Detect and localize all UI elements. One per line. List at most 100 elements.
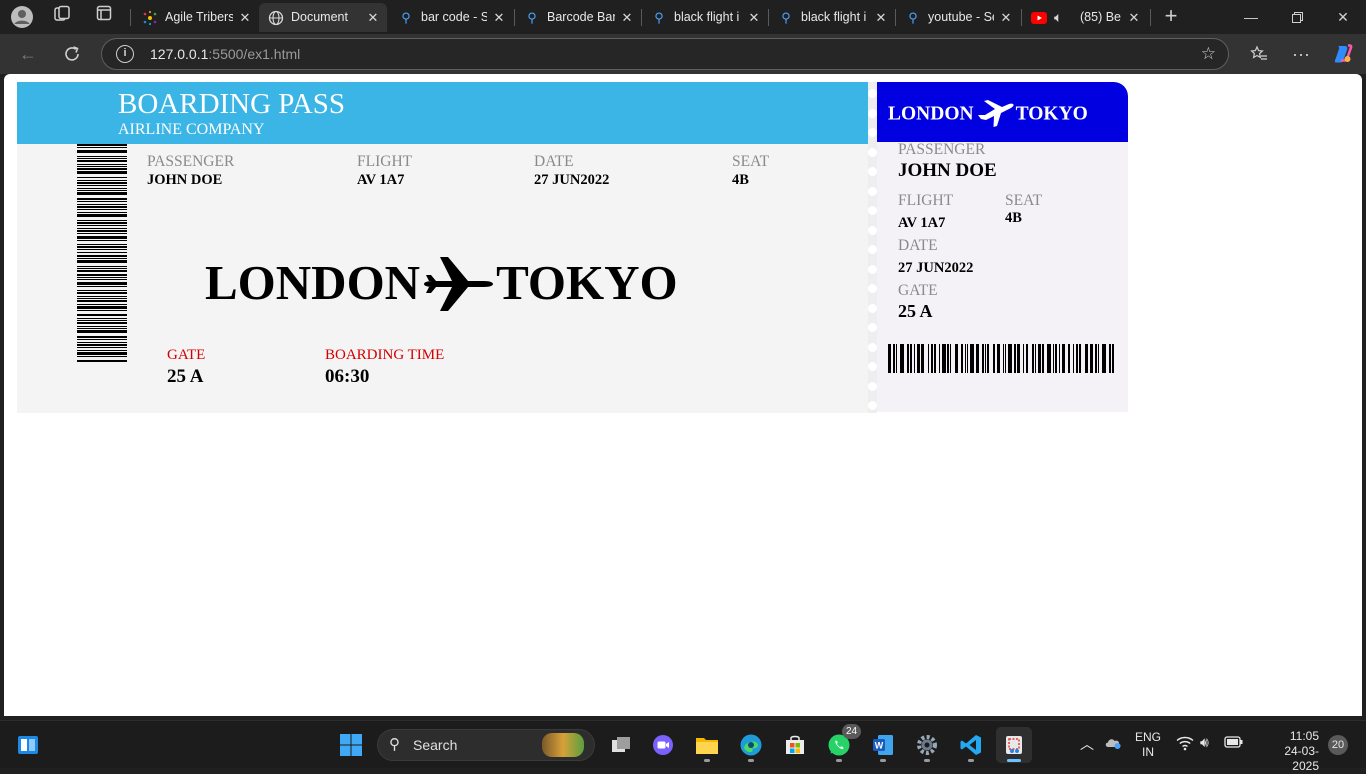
tab-black-flight-2[interactable]: ⚲ black flight i ✕ xyxy=(769,3,895,32)
close-icon[interactable]: ✕ xyxy=(1127,3,1141,32)
copilot-icon[interactable] xyxy=(1329,41,1357,67)
tab-bar-code-search[interactable]: ⚲ bar code - S ✕ xyxy=(389,3,513,32)
passenger-label: PASSENGER xyxy=(147,153,235,170)
passenger-name: JOHN DOE xyxy=(147,172,223,188)
stub-passenger-label: PASSENGER xyxy=(898,141,986,158)
volume-icon[interactable]: 🔊︎ xyxy=(1200,734,1209,751)
more-options-icon[interactable]: ··· xyxy=(1287,41,1315,67)
date-label: DATE xyxy=(534,153,574,170)
task-view-icon[interactable] xyxy=(603,727,639,763)
stub-gate-label: GATE xyxy=(898,282,938,299)
gate-label: GATE xyxy=(167,347,206,363)
site-info-icon[interactable]: i xyxy=(116,45,134,63)
url-bar[interactable]: i 127.0.0.1:5500/ex1.html ☆ xyxy=(101,38,1229,70)
tab-black-flight-1[interactable]: ⚲ black flight i ✕ xyxy=(642,3,768,32)
tab-barcode-bar[interactable]: ⚲ Barcode Bar ✕ xyxy=(515,3,641,32)
airplane-icon xyxy=(424,256,494,311)
youtube-icon xyxy=(1030,3,1048,32)
boarding-pass-stub: LONDON TOKYO PASSENGER JOHN DOE FLIGHT AV… xyxy=(877,82,1128,412)
tab-document[interactable]: Document ✕ xyxy=(259,3,387,32)
favorites-list-icon[interactable] xyxy=(1245,41,1273,67)
language-code: ENG xyxy=(1135,730,1162,744)
wifi-icon[interactable] xyxy=(1176,735,1194,754)
speaker-icon[interactable]: 🔈︎ xyxy=(1054,3,1062,32)
whatsapp-badge: 24 xyxy=(842,724,861,739)
widgets-icon[interactable] xyxy=(10,727,46,763)
snipping-tool-icon[interactable] xyxy=(996,727,1032,763)
word-icon[interactable]: W xyxy=(865,727,901,763)
back-icon[interactable]: ← xyxy=(14,41,42,67)
workspaces-icon[interactable] xyxy=(49,5,75,29)
tab-label: black flight i xyxy=(801,10,867,24)
address-toolbar: ← i 127.0.0.1:5500/ex1.html ☆ ··· xyxy=(0,34,1366,74)
battery-icon[interactable] xyxy=(1224,736,1244,751)
stub-passenger-name: JOHN DOE xyxy=(898,160,997,181)
favorite-star-icon[interactable]: ☆ xyxy=(1201,39,1216,69)
vscode-icon[interactable] xyxy=(953,727,989,763)
edge-browser-icon[interactable] xyxy=(733,727,769,763)
airline-company-label: AIRLINE COMPANY xyxy=(118,121,265,138)
microsoft-store-icon[interactable] xyxy=(777,727,813,763)
seat-label: SEAT xyxy=(732,153,770,170)
tab-label: black flight i xyxy=(674,10,740,24)
agile-tribers-favicon xyxy=(141,3,159,32)
boarding-time: 06:30 xyxy=(325,366,370,387)
settings-gear-icon[interactable] xyxy=(909,727,945,763)
notification-count-badge[interactable]: 20 xyxy=(1328,735,1348,755)
tab-youtube-search[interactable]: ⚲ youtube - Se ✕ xyxy=(896,3,1020,32)
browser-tab-strip: Agile Tribers ✕ Document ✕ ⚲ bar code - … xyxy=(0,0,1366,34)
tab-youtube-video[interactable]: 🔈︎ (85) Be ✕ xyxy=(1022,3,1148,32)
close-window-icon[interactable]: ✕ xyxy=(1320,0,1366,34)
windows-taskbar: ⚲ Search 24 W ︿ ENG IN 🔊︎ 11:05 24-03-20… xyxy=(0,720,1366,773)
close-icon[interactable]: ✕ xyxy=(874,3,888,32)
close-icon[interactable]: ✕ xyxy=(999,3,1013,32)
close-icon[interactable]: ✕ xyxy=(366,3,380,32)
refresh-icon[interactable] xyxy=(58,41,86,67)
seat-number: 4B xyxy=(732,172,749,188)
taskbar-search[interactable]: ⚲ Search xyxy=(377,729,595,761)
stub-destination-city: TOKYO xyxy=(1015,103,1088,125)
region-code: IN xyxy=(1142,745,1154,759)
svg-text:W: W xyxy=(875,741,884,751)
flight-label: FLIGHT xyxy=(357,153,413,170)
search-label: Search xyxy=(413,737,458,753)
tab-actions-icon[interactable] xyxy=(91,5,117,29)
tab-label: bar code - S xyxy=(421,10,487,24)
stub-date-label: DATE xyxy=(898,237,938,254)
close-icon[interactable]: ✕ xyxy=(620,3,634,32)
restore-icon[interactable] xyxy=(1274,0,1320,34)
boarding-pass-title: BOARDING PASS xyxy=(118,88,345,120)
boarding-pass-main: BOARDING PASS AIRLINE COMPANY PASSENGER … xyxy=(17,82,868,413)
tab-label: youtube - Se xyxy=(928,10,994,24)
search-icon: ⚲ xyxy=(781,10,791,25)
language-indicator[interactable]: ENG IN xyxy=(1135,730,1161,760)
search-icon: ⚲ xyxy=(654,10,664,25)
teams-meet-icon[interactable] xyxy=(645,727,681,763)
tab-label: Document xyxy=(291,10,348,24)
close-icon[interactable]: ✕ xyxy=(238,3,252,32)
minimize-icon[interactable]: — xyxy=(1228,0,1274,34)
close-icon[interactable]: ✕ xyxy=(747,3,761,32)
vertical-barcode xyxy=(77,144,127,363)
whatsapp-icon[interactable]: 24 xyxy=(821,724,861,763)
search-icon: ⚲ xyxy=(401,10,411,25)
search-icon: ⚲ xyxy=(908,10,918,25)
url-text[interactable]: 127.0.0.1:5500/ex1.html xyxy=(150,39,300,69)
file-explorer-icon[interactable] xyxy=(689,727,725,763)
stub-flight-label: FLIGHT xyxy=(898,192,954,209)
onedrive-cloud-icon[interactable] xyxy=(1104,735,1122,752)
clock[interactable]: 11:05 24-03-2025 xyxy=(1258,729,1319,774)
airplane-icon xyxy=(977,100,1014,127)
tab-label: Agile Tribers xyxy=(165,10,233,24)
show-hidden-icons-chevron-icon[interactable]: ︿ xyxy=(1080,734,1094,754)
boarding-pass-header: BOARDING PASS AIRLINE COMPANY xyxy=(17,82,868,144)
globe-icon xyxy=(267,3,285,32)
start-windows-icon[interactable] xyxy=(333,727,369,763)
profile-avatar-icon[interactable] xyxy=(9,5,35,29)
close-icon[interactable]: ✕ xyxy=(492,3,506,32)
horizontal-barcode xyxy=(888,344,1118,373)
gate-number: 25 A xyxy=(167,366,204,387)
tab-agile-tribers[interactable]: Agile Tribers ✕ xyxy=(133,3,259,32)
new-tab-icon[interactable]: + xyxy=(1158,5,1184,29)
stub-flight-date: 27 JUN2022 xyxy=(898,260,974,276)
